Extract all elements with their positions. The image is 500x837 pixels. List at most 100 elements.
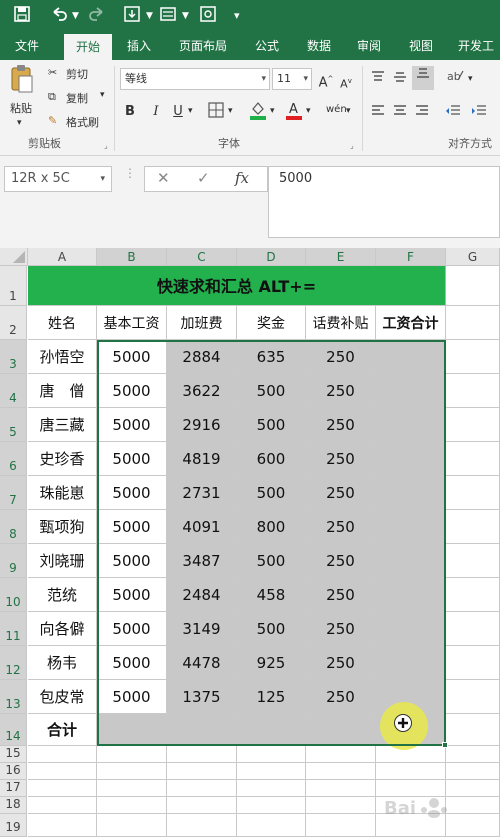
tab-data[interactable]: 数据 xyxy=(298,32,340,60)
header-cell[interactable]: 话费补贴 xyxy=(306,306,376,340)
underline-dropdown-icon[interactable]: ▾ xyxy=(188,106,193,116)
value-cell[interactable] xyxy=(376,612,446,646)
form-icon[interactable] xyxy=(160,6,176,28)
name-cell[interactable]: 史珍香 xyxy=(28,442,97,476)
save-icon[interactable] xyxy=(14,6,30,28)
value-cell[interactable]: 250 xyxy=(306,374,376,408)
empty-cell[interactable] xyxy=(237,780,306,797)
empty-cell[interactable] xyxy=(237,746,306,763)
value-cell[interactable]: 5000 xyxy=(97,340,167,374)
tab-page-layout[interactable]: 页面布局 xyxy=(170,32,236,60)
row-header-10[interactable]: 10 xyxy=(0,578,27,612)
value-cell[interactable]: 5000 xyxy=(97,612,167,646)
empty-cell[interactable] xyxy=(97,763,167,780)
phonetic-icon[interactable]: wén xyxy=(326,100,347,120)
empty-cell[interactable] xyxy=(446,763,500,780)
value-cell[interactable] xyxy=(376,510,446,544)
value-cell[interactable]: 800 xyxy=(237,510,306,544)
row-header-15[interactable]: 15 xyxy=(0,746,27,763)
paste-dropdown-icon[interactable]: ▾ xyxy=(17,118,22,128)
font-size-combo[interactable]: 11 ▾ xyxy=(272,68,312,90)
value-cell[interactable]: 2731 xyxy=(167,476,237,510)
total-cell[interactable] xyxy=(167,714,237,746)
value-cell[interactable]: 500 xyxy=(237,408,306,442)
phonetic-dropdown-icon[interactable]: ▾ xyxy=(346,106,351,116)
column-header-b[interactable]: B xyxy=(97,248,167,266)
value-cell[interactable] xyxy=(376,476,446,510)
value-cell[interactable]: 3487 xyxy=(167,544,237,578)
name-cell[interactable]: 杨韦 xyxy=(28,646,97,680)
value-cell[interactable]: 250 xyxy=(306,612,376,646)
header-cell[interactable]: 基本工资 xyxy=(97,306,167,340)
increase-font-size-icon[interactable]: A^ xyxy=(318,69,334,93)
empty-cell[interactable] xyxy=(167,746,237,763)
value-cell[interactable]: 500 xyxy=(237,374,306,408)
name-cell[interactable]: 包皮常 xyxy=(28,680,97,714)
decrease-font-size-icon[interactable]: Av xyxy=(338,71,354,95)
empty-cell[interactable] xyxy=(446,714,500,746)
value-cell[interactable]: 250 xyxy=(306,340,376,374)
empty-cell[interactable] xyxy=(237,814,306,837)
empty-cell[interactable] xyxy=(446,510,500,544)
dialog-launcher-icon[interactable]: ⌟ xyxy=(350,141,354,150)
row-header-2[interactable]: 2 xyxy=(0,306,27,340)
empty-cell[interactable] xyxy=(306,780,376,797)
confirm-icon[interactable]: ✓ xyxy=(197,169,210,187)
empty-cell[interactable] xyxy=(446,408,500,442)
chevron-down-icon[interactable]: ▾ xyxy=(100,167,105,191)
total-cell[interactable] xyxy=(306,714,376,746)
row-header-16[interactable]: 16 xyxy=(0,763,27,780)
header-cell[interactable]: 姓名 xyxy=(28,306,97,340)
empty-cell[interactable] xyxy=(28,746,97,763)
empty-cell[interactable] xyxy=(446,374,500,408)
empty-cell[interactable] xyxy=(28,763,97,780)
value-cell[interactable]: 250 xyxy=(306,408,376,442)
redo-icon[interactable] xyxy=(88,6,106,28)
value-cell[interactable]: 250 xyxy=(306,680,376,714)
row-header-4[interactable]: 4 xyxy=(0,374,27,408)
align-bottom-icon[interactable] xyxy=(412,66,434,90)
row-header-12[interactable]: 12 xyxy=(0,646,27,680)
increase-indent-icon[interactable] xyxy=(470,104,488,124)
value-cell[interactable]: 4091 xyxy=(167,510,237,544)
value-cell[interactable]: 5000 xyxy=(97,544,167,578)
tab-developer[interactable]: 开发工 xyxy=(452,32,500,60)
row-header-14[interactable]: 14 xyxy=(0,714,27,746)
tab-file[interactable]: 文件 xyxy=(6,32,48,60)
empty-cell[interactable] xyxy=(237,763,306,780)
header-cell[interactable]: 工资合计 xyxy=(376,306,446,340)
font-color-icon[interactable]: A xyxy=(284,100,304,127)
empty-cell[interactable] xyxy=(237,797,306,814)
value-cell[interactable] xyxy=(376,646,446,680)
cut-button[interactable]: 剪切 xyxy=(66,66,88,82)
paste-label[interactable]: 粘贴 xyxy=(10,100,32,116)
row-header-1[interactable]: 1 xyxy=(0,266,27,306)
row-header-3[interactable]: 3 xyxy=(0,340,27,374)
empty-cell[interactable] xyxy=(28,814,97,837)
value-cell[interactable]: 250 xyxy=(306,442,376,476)
name-cell[interactable]: 甄项狗 xyxy=(28,510,97,544)
insert-function-icon[interactable]: fx xyxy=(235,169,249,187)
chevron-down-icon[interactable]: ▾ xyxy=(303,69,308,89)
value-cell[interactable]: 5000 xyxy=(97,578,167,612)
font-name-combo[interactable]: 等线 ▾ xyxy=(120,68,270,90)
row-header-5[interactable]: 5 xyxy=(0,408,27,442)
value-cell[interactable]: 2916 xyxy=(167,408,237,442)
name-cell[interactable]: 刘晓珊 xyxy=(28,544,97,578)
value-cell[interactable]: 5000 xyxy=(97,680,167,714)
value-cell[interactable]: 458 xyxy=(237,578,306,612)
align-center-icon[interactable] xyxy=(392,104,408,124)
empty-cell[interactable] xyxy=(446,340,500,374)
row-header-6[interactable]: 6 xyxy=(0,442,27,476)
header-cell[interactable]: 加班费 xyxy=(167,306,237,340)
column-header-c[interactable]: C xyxy=(167,248,237,266)
empty-cell[interactable] xyxy=(446,476,500,510)
value-cell[interactable]: 250 xyxy=(306,510,376,544)
fill-color-dropdown-icon[interactable]: ▾ xyxy=(270,106,275,116)
format-painter-button[interactable]: 格式刷 xyxy=(66,114,99,130)
value-cell[interactable]: 600 xyxy=(237,442,306,476)
column-header-g[interactable]: G xyxy=(446,248,500,266)
value-cell[interactable] xyxy=(376,374,446,408)
value-cell[interactable]: 5000 xyxy=(97,510,167,544)
value-cell[interactable]: 500 xyxy=(237,544,306,578)
